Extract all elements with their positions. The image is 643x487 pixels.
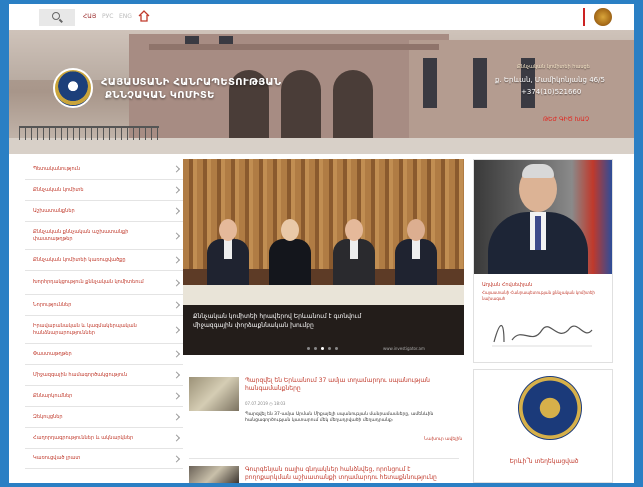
slider-caption[interactable]: Քննչական կոմիտեի հրավերով Երևանում է գտն…	[193, 312, 373, 330]
sidebar-item[interactable]: Նորություններ	[25, 295, 183, 316]
news-thumbnail[interactable]	[189, 377, 239, 411]
news-date: 07.07.2019 ◷ 18:03	[245, 401, 286, 406]
sidebar-item-label: Զեկույցներ	[33, 413, 63, 420]
sidebar-item-label: Միջազգային համագործակցություն	[33, 371, 128, 378]
chairman-name[interactable]: Աղվան Հովսեփյան	[482, 282, 606, 289]
sidebar-item[interactable]: Իրավաբանական և կազմակերպական հանձնարարու…	[25, 316, 183, 344]
slider-source: www.investigator.am	[383, 346, 425, 351]
slider-dot-active[interactable]	[321, 347, 324, 350]
news-title[interactable]: Պարզվել են Երևանում 37 ամյա տղամարդու սպ…	[245, 377, 455, 393]
sidebar-item-label: Քննարկումներ	[33, 392, 73, 399]
hotline-label[interactable]: Երևի՞ն տեղեկացված	[474, 458, 614, 465]
lang-en[interactable]: ENG	[119, 13, 132, 20]
slider-dot[interactable]	[314, 347, 317, 350]
slider-photo-person	[269, 219, 311, 291]
building-window	[423, 58, 437, 108]
chevron-right-icon	[172, 434, 181, 442]
chairman-signature	[492, 324, 593, 347]
sidebar-item-label: Աշխատանքներ	[33, 207, 75, 214]
chairman-portrait	[474, 160, 612, 274]
header-banner: ՀԱՅԱՍՏԱՆԻ ՀԱՆՐԱՊԵՏՈՒԹՅԱՆ ՔՆՆՉԱԿԱՆ ԿՈՄԻՏԵ…	[9, 30, 634, 154]
slider-photo-table	[183, 285, 464, 305]
news-excerpt: Պարզվել են 37-ամյա Արման Միքայելի սպանու…	[245, 412, 434, 423]
sidebar-item[interactable]: Քննչական կոմիտե	[25, 180, 183, 201]
chevron-right-icon	[172, 186, 181, 194]
org-name-line1: ՀԱՅԱՍՏԱՆԻ ՀԱՆՐԱՊԵՏՈՒԹՅԱՆ	[101, 77, 282, 88]
news-title[interactable]: Գուրգենյան ռալիս գնդակներ հանձնվեց, որոն…	[245, 466, 455, 482]
sidebar-item[interactable]: Քննչական կոմիտեի կառուցվածքը	[25, 250, 183, 271]
news-thumbnail[interactable]	[189, 466, 239, 483]
sidebar-item-label: Հաղորդագրություններ և ակնարկներ	[33, 434, 134, 441]
chairman-card[interactable]: Աղվան Հովսեփյան Հայաստանի Հանրապետության…	[473, 159, 613, 363]
sidebar-item-label: Իրավաբանական և կազմակերպական հանձնարարու…	[33, 322, 137, 336]
chevron-right-icon	[172, 371, 181, 379]
slider-dot[interactable]	[328, 347, 331, 350]
news-divider	[189, 458, 459, 459]
banner-fence	[19, 126, 159, 140]
address-heading: Քննչական կոմիտեի հասցե	[517, 64, 590, 70]
top-bar: ՀԱՅ РУС ENG	[9, 4, 634, 30]
search-button[interactable]	[39, 9, 75, 26]
coat-of-arms-icon	[594, 8, 612, 26]
sidebar-item[interactable]: Քննարկումներ	[25, 386, 183, 407]
search-icon	[52, 12, 60, 20]
sidebar-item[interactable]: Հաղորդագրություններ և ակնարկներ	[25, 428, 183, 449]
building-window	[185, 36, 199, 44]
sidebar-item[interactable]: Զեկույցներ	[25, 407, 183, 428]
sidebar-item[interactable]: Միջազգային համագործակցություն	[25, 365, 183, 386]
chevron-right-icon	[172, 454, 181, 463]
read-more-link[interactable]: Նախուր ավելին	[424, 437, 462, 442]
lang-hy[interactable]: ՀԱՅ	[83, 13, 96, 20]
sidebar-item-label: Քննչական կոմիտե	[33, 186, 84, 193]
chairman-role: Հայաստանի Հանրապետության քննչական կոմիտե…	[482, 290, 595, 301]
address-text: ք. Երևան, Մամիկոնյանց 46/5	[495, 76, 605, 84]
flag-divider	[583, 8, 585, 26]
chevron-right-icon	[172, 413, 181, 421]
slider-photo-person	[395, 219, 437, 291]
phone-text: +374(10)521660	[521, 88, 582, 96]
building-arch	[333, 70, 373, 144]
chevron-right-icon	[172, 325, 181, 334]
sidebar-item-label: Կառուցված լրատ	[33, 455, 81, 461]
committee-seal-icon	[518, 376, 582, 440]
chevron-right-icon	[172, 350, 181, 358]
org-name-line2: ՔՆՆՉԱԿԱՆ ԿՈՄԻՏԵ	[105, 90, 215, 101]
committee-emblem-icon[interactable]	[53, 68, 93, 108]
sidebar-item[interactable]: Փաստաթղթեր	[25, 344, 183, 365]
sidebar-item[interactable]: Աշխատանքներ	[25, 201, 183, 222]
building-window	[219, 36, 233, 44]
banner-ground	[9, 138, 634, 154]
lang-ru[interactable]: РУС	[102, 13, 113, 20]
sidebar-item[interactable]: Պետականություն	[25, 159, 183, 180]
page-frame: ՀԱՅ РУС ENG ՀԱՅԱՍՏԱՆԻ ՀԱՆՐԱՊԵՏՈՒԹՅԱՆ ՔՆՆ…	[9, 4, 634, 483]
sidebar-item[interactable]: Խորհրդակցություն քննչական կոմիտեում	[25, 271, 183, 295]
chevron-right-icon	[172, 256, 181, 264]
chevron-right-icon	[172, 165, 181, 173]
chevron-right-icon	[172, 231, 181, 240]
chevron-right-icon	[172, 278, 181, 287]
slider-dot[interactable]	[335, 347, 338, 350]
feedback-link[interactable]: ԹԵԺ ԳԻԾ ԽԱՉ	[543, 116, 589, 123]
sidebar-item[interactable]: Քննչական քննչական աշխատանքի փաստաթղթեր	[25, 222, 183, 250]
org-name[interactable]: ՀԱՅԱՍՏԱՆԻ ՀԱՆՐԱՊԵՏՈՒԹՅԱՆ ՔՆՆՉԱԿԱՆ ԿՈՄԻՏԵ	[101, 76, 321, 102]
building-cornice	[149, 44, 439, 50]
slider-photo-person	[333, 219, 375, 291]
building-window	[473, 58, 487, 108]
slider-photo-person	[207, 219, 249, 291]
news-slider[interactable]: Քննչական կոմիտեի հրավերով Երևանում է գտն…	[183, 159, 464, 355]
sidebar-item-label: Խորհրդակցություն քննչական կոմիտեում	[33, 279, 144, 285]
sidebar-item-label: Քննչական քննչական աշխատանքի փաստաթղթեր	[33, 228, 129, 242]
home-icon[interactable]	[137, 9, 151, 23]
chevron-right-icon	[172, 392, 181, 400]
slider-dot[interactable]	[307, 347, 310, 350]
sidebar-item-label: Նորություններ	[33, 301, 72, 308]
chevron-right-icon	[172, 301, 181, 309]
sidebar-item-label: Պետականություն	[33, 165, 81, 172]
sidebar-menu: Պետականություն Քննչական կոմիտե Աշխատանքն…	[25, 159, 183, 483]
sidebar-item[interactable]: Կառուցված լրատ	[25, 449, 183, 469]
hotline-card[interactable]: Երևի՞ն տեղեկացված	[473, 369, 613, 483]
sidebar-item-label: Փաստաթղթեր	[33, 350, 72, 357]
sidebar-item-label: Քննչական կոմիտեի կառուցվածքը	[33, 256, 126, 263]
chevron-right-icon	[172, 207, 181, 215]
